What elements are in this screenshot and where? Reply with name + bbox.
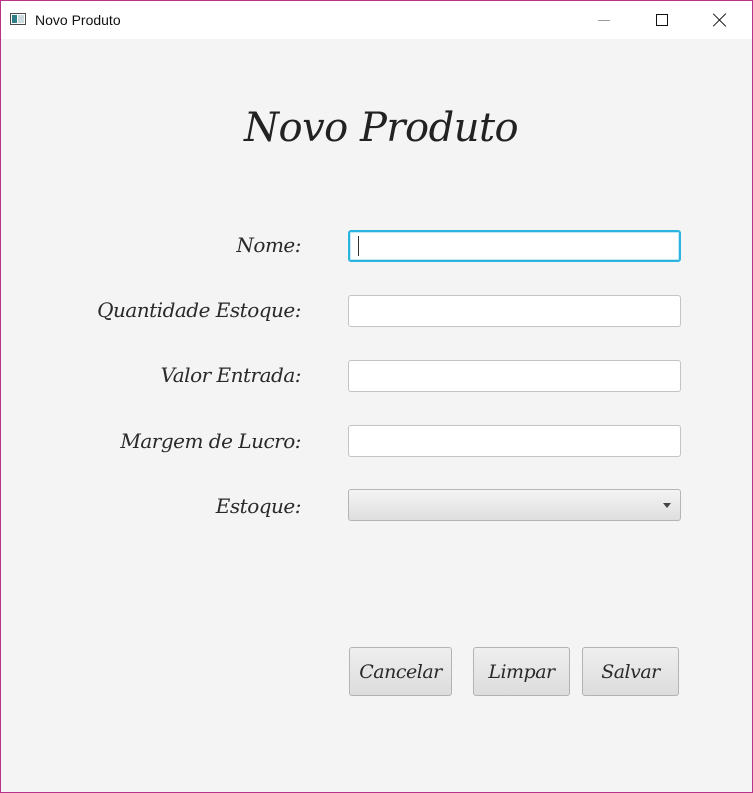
quantidade-estoque-field[interactable] (348, 295, 681, 327)
nome-field[interactable] (348, 230, 681, 262)
maximize-button[interactable] (633, 1, 691, 39)
page-title: Novo Produto (244, 105, 519, 151)
window-title: Novo Produto (35, 12, 121, 28)
valor-entrada-field[interactable] (348, 360, 681, 392)
text-caret (358, 236, 359, 256)
estoque-label: Estoque: (215, 494, 302, 518)
quantidade-estoque-label: Quantidade Estoque: (97, 298, 301, 322)
window: Novo Produto Novo Produto Nome: Quantida… (0, 0, 753, 793)
clear-button[interactable]: Limpar (473, 647, 570, 696)
nome-label: Nome: (236, 233, 301, 257)
app-window-icon (10, 13, 26, 25)
title-bar: Novo Produto (1, 1, 752, 39)
cancel-button[interactable]: Cancelar (349, 647, 452, 696)
minimize-icon (598, 19, 610, 21)
maximize-icon (656, 14, 668, 26)
margem-lucro-label: Margem de Lucro: (120, 429, 301, 453)
minimize-button[interactable] (575, 1, 633, 39)
save-button[interactable]: Salvar (582, 647, 679, 696)
chevron-down-icon (663, 503, 671, 508)
close-icon (713, 13, 727, 27)
estoque-select[interactable] (348, 489, 681, 521)
valor-entrada-label: Valor Entrada: (160, 363, 302, 387)
margem-lucro-field[interactable] (348, 425, 681, 457)
close-button[interactable] (691, 1, 749, 39)
